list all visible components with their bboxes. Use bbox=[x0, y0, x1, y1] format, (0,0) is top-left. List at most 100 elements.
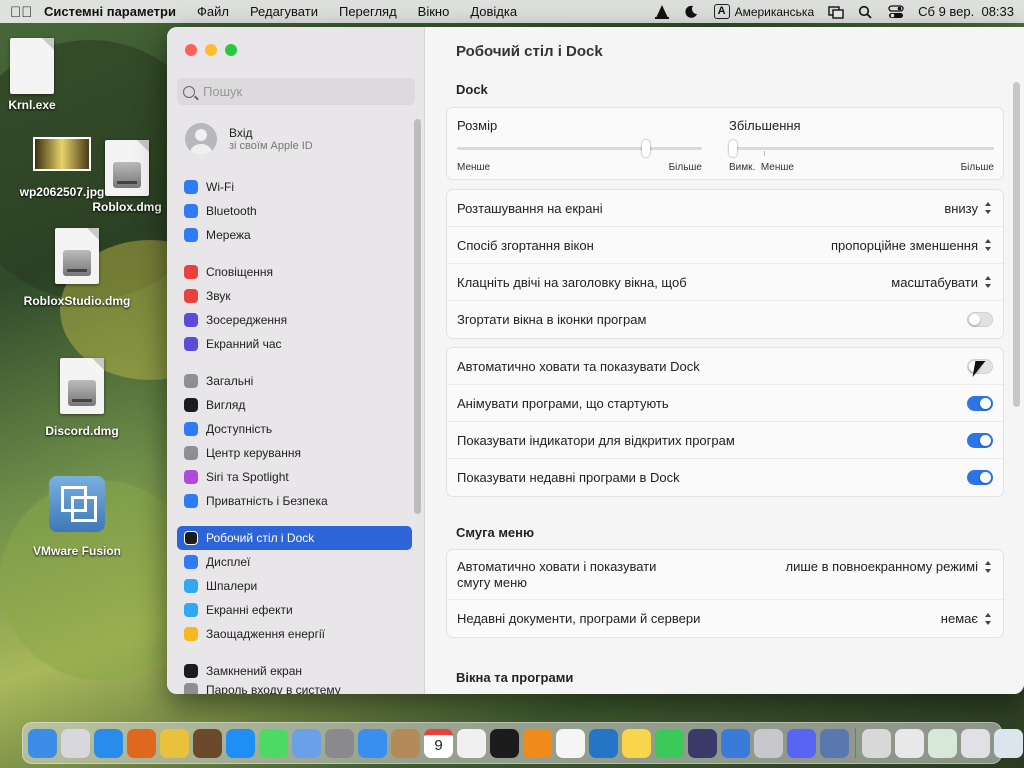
dock-contacts-icon[interactable] bbox=[391, 728, 420, 758]
menu-view[interactable]: Перегляд bbox=[339, 4, 397, 19]
row-label: Автоматично ховати і показувати смугу мен… bbox=[457, 558, 657, 590]
search-input[interactable] bbox=[203, 84, 403, 99]
sidebar-item-bluetooth[interactable]: Bluetooth bbox=[177, 199, 412, 223]
desktop-icon-robloxstudio-dmg[interactable]: RobloxStudio.dmg bbox=[18, 228, 136, 308]
input-source-menu[interactable]: A Американська bbox=[713, 4, 814, 19]
sidebar-item-lock-screen[interactable]: Замкнений екран bbox=[177, 659, 412, 683]
recent-items-popup[interactable]: немає bbox=[941, 611, 993, 626]
sidebar-item-login-password[interactable]: Пароль входу в систему bbox=[177, 683, 412, 694]
show-indicators-toggle[interactable] bbox=[967, 432, 993, 448]
dock-vscode-icon[interactable] bbox=[589, 728, 618, 758]
menu-window[interactable]: Вікно bbox=[418, 4, 450, 19]
animate-opening-toggle[interactable] bbox=[967, 395, 993, 411]
sidebar-item-network[interactable]: Мережа bbox=[177, 223, 412, 247]
dock-doc-2-icon[interactable] bbox=[928, 728, 957, 758]
dock-facetime-icon[interactable] bbox=[655, 728, 684, 758]
show-recent-apps-toggle[interactable] bbox=[967, 470, 993, 485]
dock-app-store-icon[interactable] bbox=[226, 728, 255, 758]
dock-doc-3-icon[interactable] bbox=[961, 728, 990, 758]
vlc-status-icon[interactable] bbox=[654, 4, 670, 19]
menu-clock[interactable]: Сб 9 вер. 08:33 bbox=[918, 4, 1014, 19]
spotlight-search-icon[interactable] bbox=[858, 5, 874, 19]
sidebar-item-label: Дисплеї bbox=[206, 555, 251, 569]
desktop-icon-roblox-dmg[interactable]: Roblox.dmg bbox=[90, 140, 164, 214]
double-click-popup[interactable]: масштабувати bbox=[891, 275, 993, 290]
magnification-slider-label: Збільшення bbox=[729, 118, 801, 133]
dock-discord-icon[interactable] bbox=[787, 728, 816, 758]
dock-calendar-icon[interactable]: 9 bbox=[424, 728, 453, 758]
apple-menu-icon[interactable]:  bbox=[10, 4, 32, 21]
size-slider-knob[interactable] bbox=[641, 140, 650, 157]
sidebar-item-screen-saver[interactable]: Екранні ефекти bbox=[177, 598, 412, 622]
zoom-window-button[interactable] bbox=[225, 44, 237, 56]
minimize-effect-popup[interactable]: пропорційне зменшення bbox=[831, 238, 993, 253]
sidebar-item-displays[interactable]: Дисплеї bbox=[177, 550, 412, 574]
dock: 9 bbox=[22, 722, 1023, 764]
magnification-slider-knob[interactable] bbox=[729, 140, 737, 157]
size-slider-track[interactable] bbox=[457, 140, 702, 157]
dock-vlc-icon[interactable] bbox=[523, 728, 552, 758]
sidebar-item-label: Приватність і Безпека bbox=[206, 494, 328, 508]
autohide-menu-bar-popup[interactable]: лише в повноекранному режимі bbox=[786, 559, 993, 574]
dock-behavior-group: Автоматично ховати та показувати Dock Ан… bbox=[446, 347, 1004, 497]
desktop-icon-krnl[interactable]: Krnl.exe bbox=[2, 38, 62, 112]
sidebar-item-control-center[interactable]: Центр керування bbox=[177, 441, 412, 465]
minimize-window-button[interactable] bbox=[205, 44, 217, 56]
dock-quicktime-icon[interactable] bbox=[688, 728, 717, 758]
vmware-app-icon bbox=[49, 476, 105, 532]
sidebar-item-general[interactable]: Загальні bbox=[177, 369, 412, 393]
dock-reminders-icon[interactable] bbox=[556, 728, 585, 758]
dock-mail-icon[interactable] bbox=[358, 728, 387, 758]
wifi-icon bbox=[184, 180, 198, 194]
sidebar-item-label: Центр керування bbox=[206, 446, 301, 460]
dock-textedit-icon[interactable] bbox=[457, 728, 486, 758]
content-scrollbar[interactable] bbox=[1013, 82, 1020, 407]
sidebar-item-accessibility[interactable]: Доступність bbox=[177, 417, 412, 441]
dock-firefox-icon[interactable] bbox=[127, 728, 156, 758]
apple-id-signin[interactable]: Вхід зі своїм Apple ID bbox=[185, 123, 313, 155]
sidebar-item-energy-saver[interactable]: Заощадження енергії bbox=[177, 622, 412, 646]
dock-launchpad-icon[interactable] bbox=[61, 728, 90, 758]
sidebar-scrollbar[interactable] bbox=[414, 119, 421, 514]
dock-roblox-studio-icon[interactable] bbox=[820, 728, 849, 758]
minimize-into-app-toggle[interactable] bbox=[967, 312, 993, 327]
moon-icon[interactable] bbox=[684, 5, 700, 19]
dock-messages-icon[interactable] bbox=[259, 728, 288, 758]
sidebar-item-screen-time[interactable]: Екранний час bbox=[177, 332, 412, 356]
desktop-icon-discord-dmg[interactable]: Discord.dmg bbox=[38, 358, 126, 438]
sidebar-item-privacy-security[interactable]: Приватність і Безпека bbox=[177, 489, 412, 513]
position-popup[interactable]: внизу bbox=[944, 201, 993, 216]
sidebar-item-notifications[interactable]: Сповіщення bbox=[177, 260, 412, 284]
sidebar-item-wifi[interactable]: Wi-Fi bbox=[177, 175, 412, 199]
desktop-icon-label: Krnl.exe bbox=[8, 98, 56, 112]
dock-printer-icon[interactable] bbox=[862, 728, 891, 758]
dock-guitar-icon[interactable] bbox=[193, 728, 222, 758]
sidebar-item-desktop-dock[interactable]: Робочий стіл і Dock bbox=[177, 526, 412, 550]
screen-mirroring-icon[interactable] bbox=[828, 5, 844, 19]
dock-finder-icon[interactable] bbox=[28, 728, 57, 758]
control-center-icon[interactable] bbox=[888, 4, 904, 19]
dock-notes-icon[interactable] bbox=[622, 728, 651, 758]
menu-edit[interactable]: Редагувати bbox=[250, 4, 318, 19]
dock-doc-4-icon[interactable] bbox=[994, 728, 1023, 758]
sidebar-item-wallpaper[interactable]: Шпалери bbox=[177, 574, 412, 598]
dock-system-settings-icon[interactable] bbox=[325, 728, 354, 758]
dock-preview-icon[interactable] bbox=[292, 728, 321, 758]
dock-roblox-icon[interactable] bbox=[721, 728, 750, 758]
dock-terminal-icon[interactable] bbox=[490, 728, 519, 758]
magnification-slider-track[interactable] bbox=[729, 140, 994, 157]
sidebar-item-focus[interactable]: Зосередження bbox=[177, 308, 412, 332]
dock-safari-icon[interactable] bbox=[94, 728, 123, 758]
menu-file[interactable]: Файл bbox=[197, 4, 229, 19]
sidebar-item-sound[interactable]: Звук bbox=[177, 284, 412, 308]
search-field[interactable] bbox=[177, 78, 415, 105]
sidebar-item-appearance[interactable]: Вигляд bbox=[177, 393, 412, 417]
menu-app-name[interactable]: Системні параметри bbox=[44, 4, 176, 19]
close-window-button[interactable] bbox=[185, 44, 197, 56]
dock-chrome-icon[interactable] bbox=[160, 728, 189, 758]
dock-doc-1-icon[interactable] bbox=[895, 728, 924, 758]
dock-photos-editor-icon[interactable] bbox=[754, 728, 783, 758]
sidebar-item-siri-spotlight[interactable]: Siri та Spotlight bbox=[177, 465, 412, 489]
desktop-icon-vmware-fusion[interactable]: VMware Fusion bbox=[26, 476, 128, 558]
menu-help[interactable]: Довідка bbox=[470, 4, 517, 19]
